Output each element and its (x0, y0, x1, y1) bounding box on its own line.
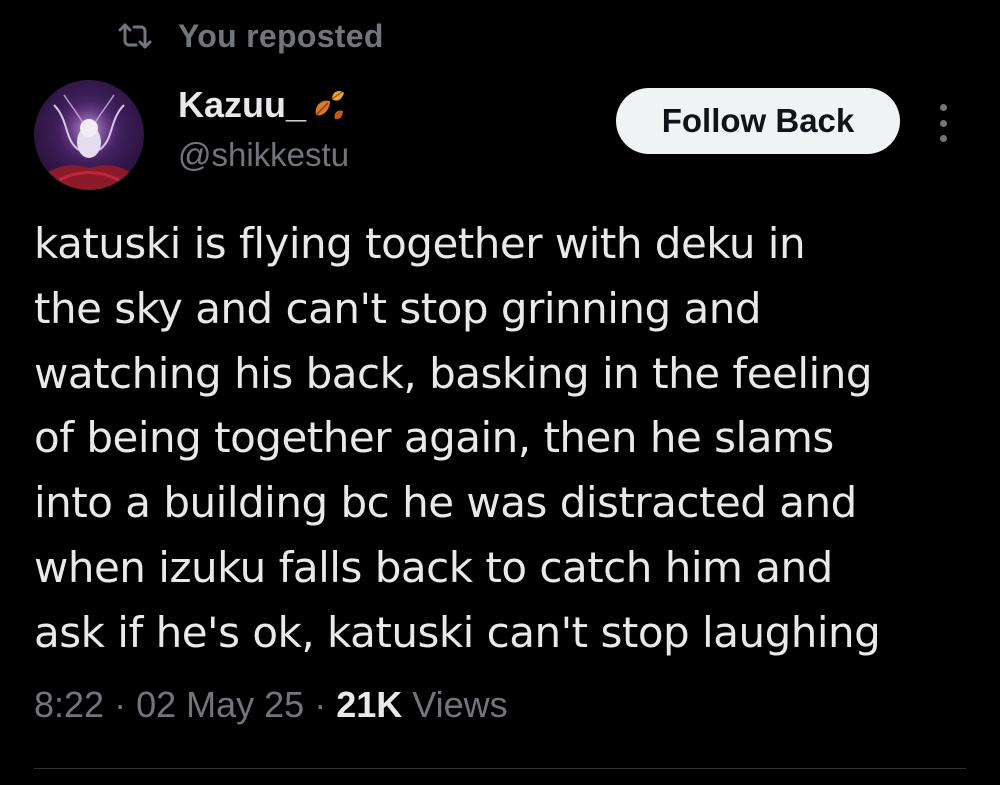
meta-separator: · (104, 684, 137, 725)
more-dot (939, 135, 947, 142)
tweet-time[interactable]: 8:22 (34, 684, 104, 725)
views-label: Views (402, 684, 508, 725)
tweet-text: katuski is flying together with deku in … (34, 219, 881, 657)
repost-indicator: You reposted (116, 14, 384, 58)
more-dot (939, 119, 947, 127)
follow-back-button[interactable]: Follow Back (616, 88, 900, 154)
tweet-meta: 8:22 · 02 May 25 · 21K Views (34, 684, 508, 726)
views-count[interactable]: 21K (336, 684, 402, 725)
more-vertical-icon[interactable] (928, 100, 958, 146)
meta-separator: · (304, 684, 337, 725)
tweet-date[interactable]: 02 May 25 (136, 684, 304, 725)
divider (34, 768, 966, 769)
falling-leaves-icon (308, 85, 348, 125)
more-dot (939, 104, 947, 111)
repost-label: You reposted (178, 17, 384, 54)
display-name-row[interactable]: Kazuu_ (178, 84, 348, 126)
display-name[interactable]: Kazuu_ (178, 84, 306, 126)
user-handle[interactable]: @shikkestu (178, 136, 349, 174)
repost-icon (116, 21, 154, 51)
avatar[interactable] (34, 80, 144, 190)
